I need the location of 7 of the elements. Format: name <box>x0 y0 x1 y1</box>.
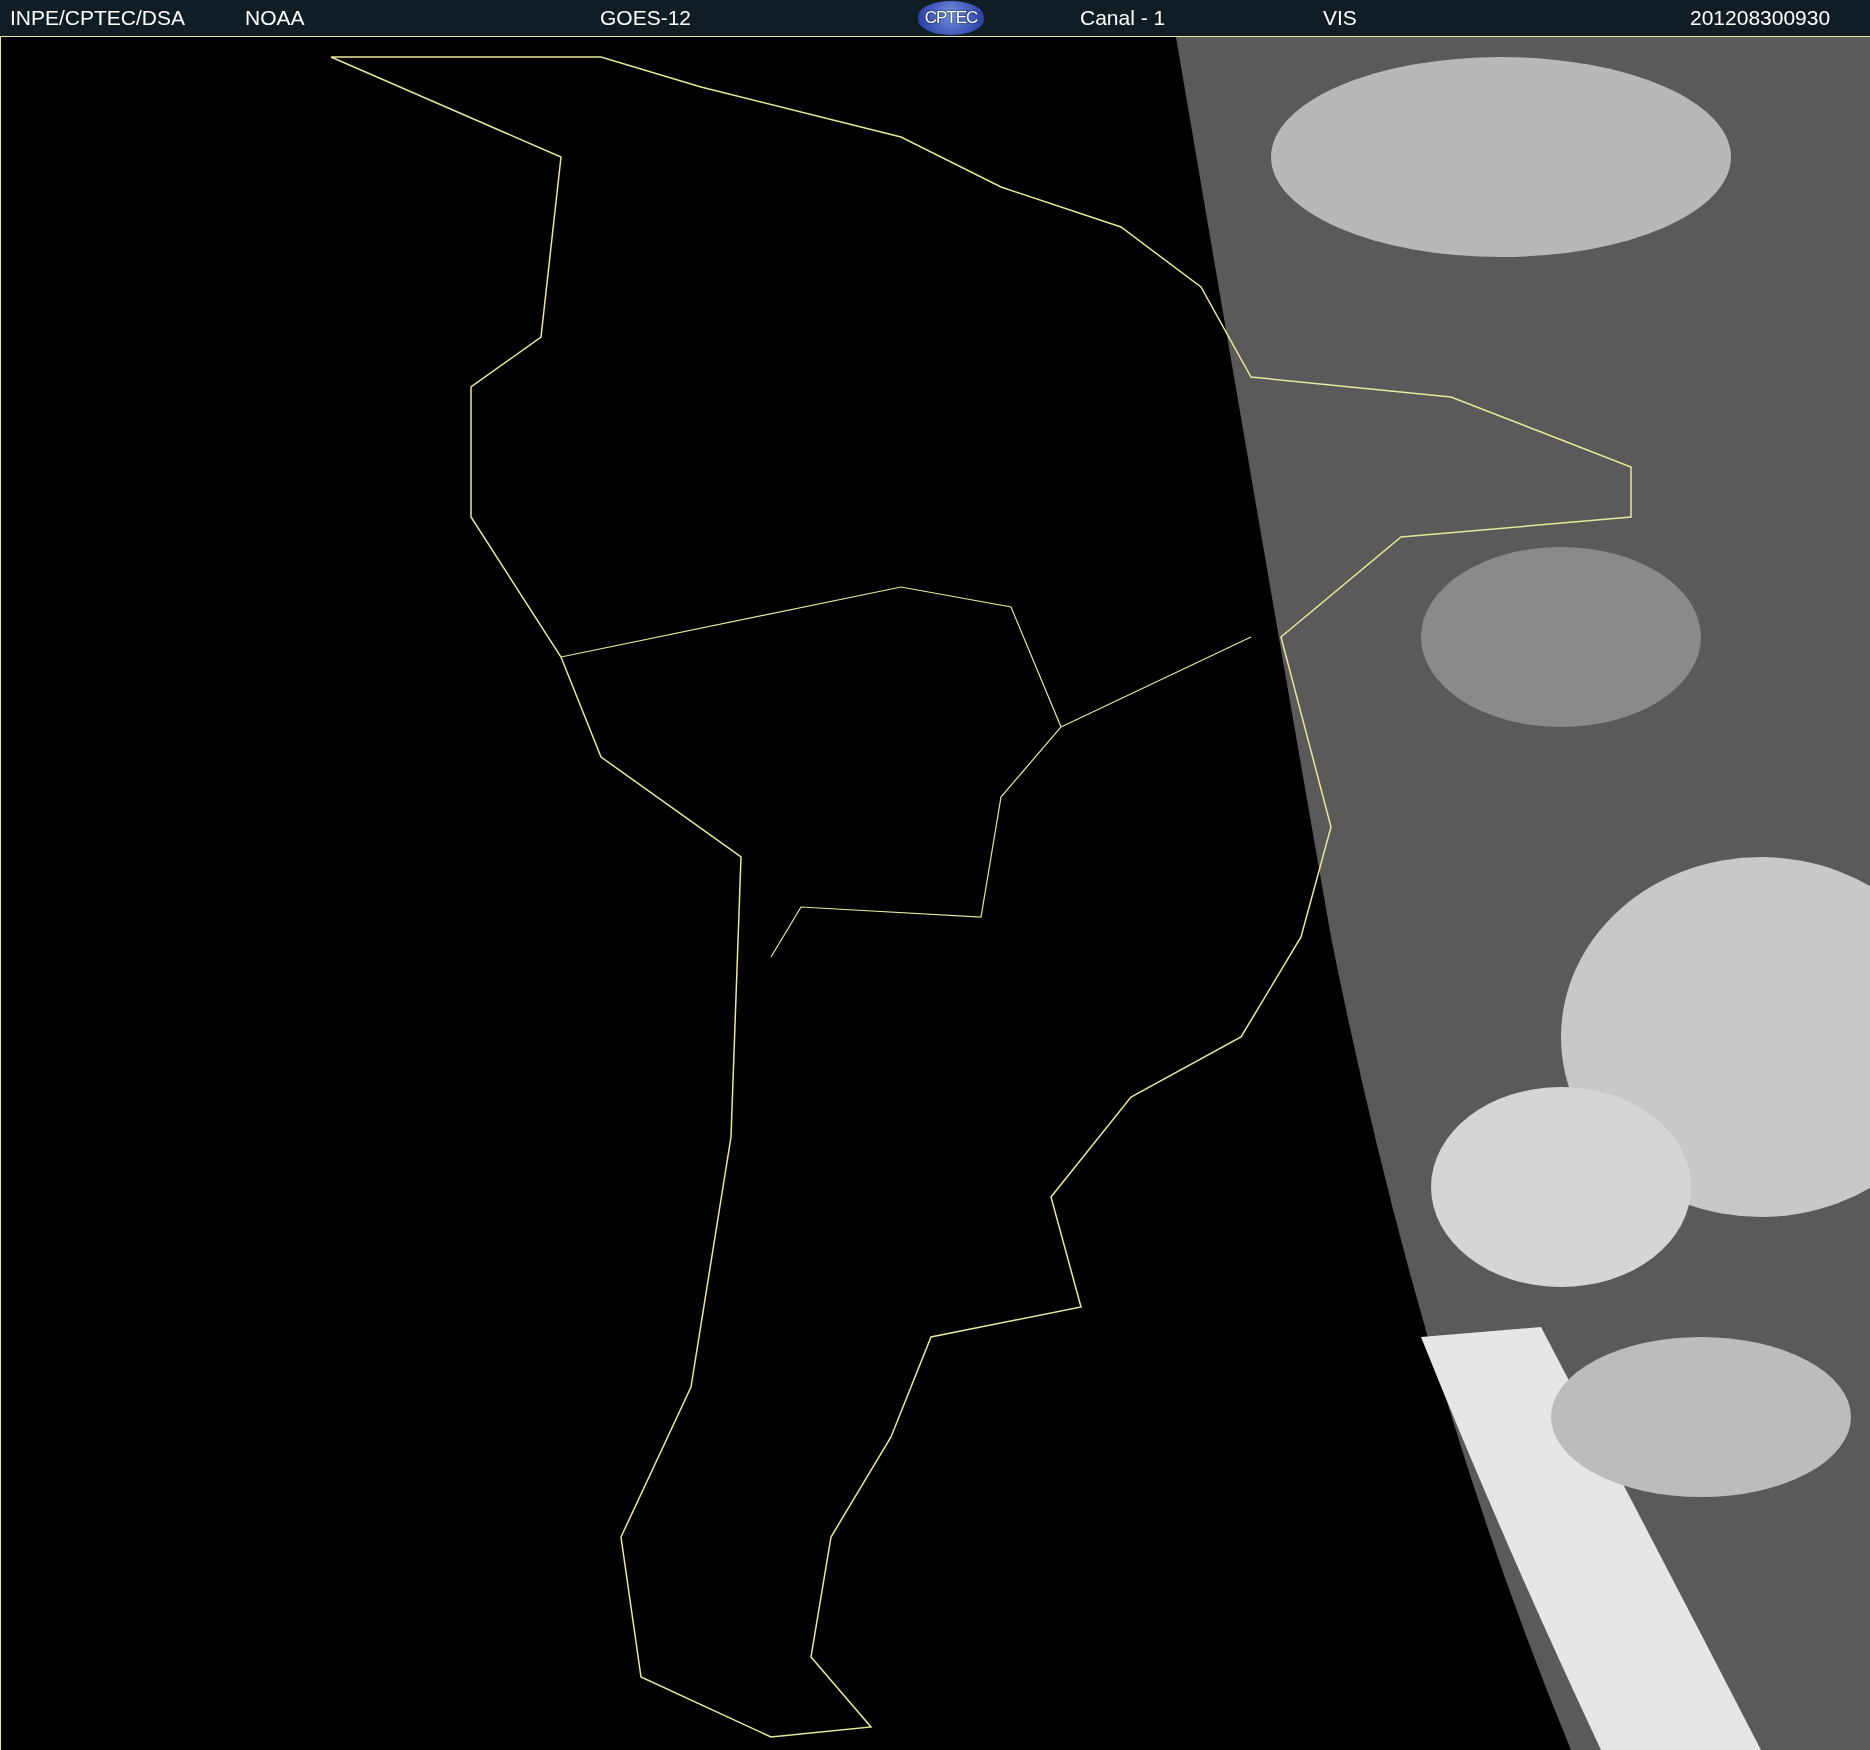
agency-label: NOAA <box>245 6 305 30</box>
channel-label: Canal - 1 <box>1080 6 1166 30</box>
timestamp-label: 201208300930 <box>1690 6 1831 30</box>
satellite-label: GOES-12 <box>600 6 692 30</box>
logo: CPTEC <box>918 1 984 35</box>
band-label: VIS <box>1323 6 1357 30</box>
source-label: INPE/CPTEC/DSA <box>10 6 186 30</box>
